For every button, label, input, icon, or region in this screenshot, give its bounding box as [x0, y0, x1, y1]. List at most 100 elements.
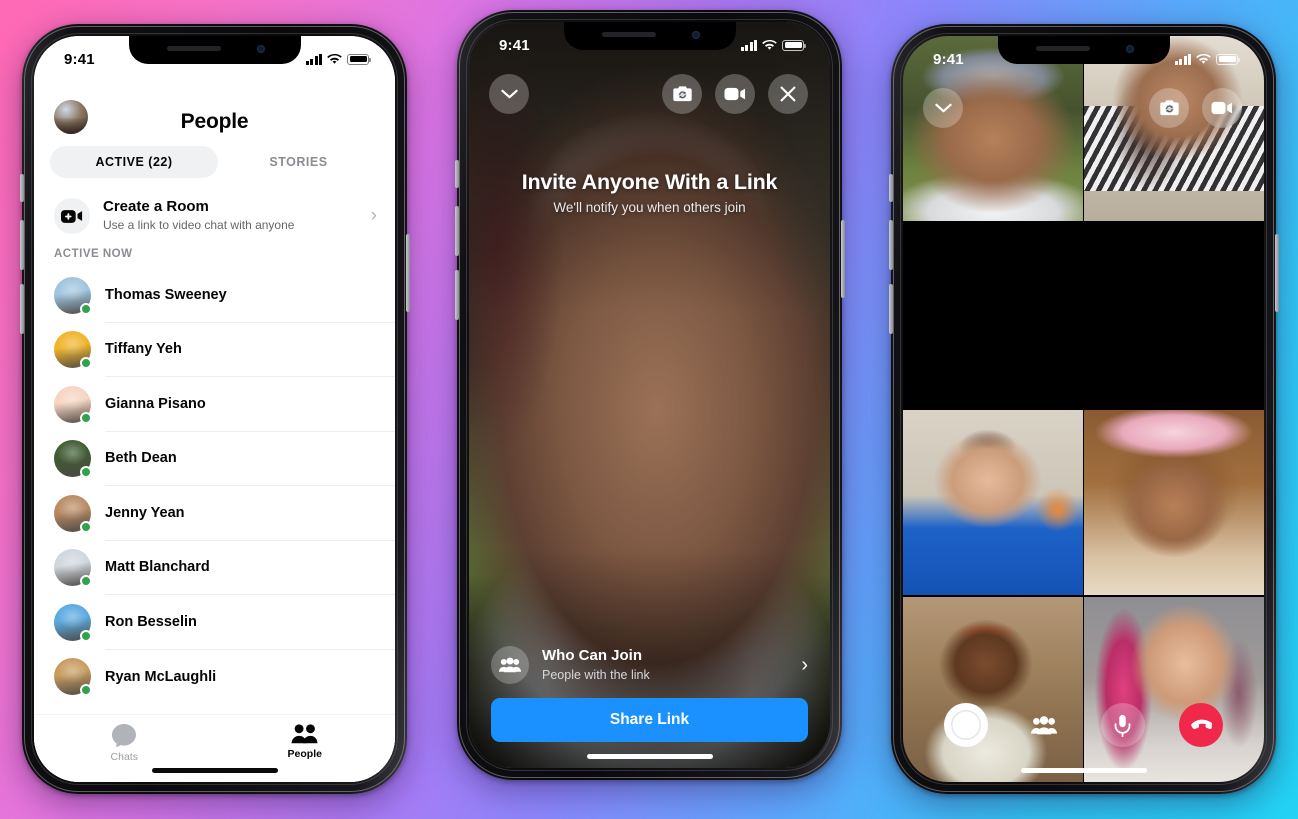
participant-tile[interactable] — [1084, 409, 1264, 596]
minimize-button[interactable] — [489, 74, 529, 114]
toggle-video-button[interactable] — [1202, 88, 1242, 128]
tab-active[interactable]: ACTIVE (22) — [50, 146, 218, 178]
volume-down-button[interactable] — [888, 284, 893, 334]
earpiece-speaker — [166, 46, 221, 51]
list-item[interactable]: Tiffany Yeh — [54, 323, 395, 377]
phone1-screen: 9:41 People ACTIVE (22) STORIES Create a… — [34, 36, 395, 782]
notch — [128, 36, 301, 64]
power-button[interactable] — [405, 234, 410, 312]
avatar[interactable] — [54, 385, 92, 424]
end-call-button[interactable] — [1178, 703, 1223, 747]
avatar[interactable] — [54, 494, 92, 533]
status-badge — [80, 520, 92, 533]
tab-people[interactable]: People — [215, 723, 396, 760]
active-now-label: ACTIVE NOW — [54, 248, 133, 260]
participants-button[interactable] — [1022, 703, 1066, 747]
camera-flip-icon — [1159, 100, 1179, 116]
group-call-body — [903, 36, 1264, 782]
share-link-button[interactable]: Share Link — [491, 698, 808, 742]
people-group-icon — [291, 724, 318, 744]
avatar[interactable] — [54, 331, 92, 370]
list-item[interactable]: Gianna Pisano — [54, 377, 395, 432]
power-button[interactable] — [840, 220, 845, 298]
volume-up-button[interactable] — [888, 220, 893, 270]
create-a-room-subtitle: Use a link to video chat with anyone — [103, 218, 295, 233]
call-controls — [903, 703, 1264, 747]
who-can-join-row[interactable]: Who Can Join People with the link › — [491, 646, 808, 684]
status-badge — [80, 466, 92, 479]
chevron-down-icon — [934, 103, 952, 112]
participant-tile[interactable] — [1084, 596, 1264, 782]
call-topbar — [923, 88, 1242, 128]
participant-tile[interactable] — [903, 223, 1083, 408]
earpiece-speaker — [1035, 46, 1090, 51]
mute-switch[interactable] — [454, 160, 459, 188]
people-tabs: ACTIVE (22) STORIES — [34, 140, 395, 188]
toggle-video-button[interactable] — [715, 74, 755, 114]
front-camera-icon — [1125, 45, 1134, 53]
list-item[interactable]: Beth Dean — [54, 432, 395, 486]
participant-tile[interactable] — [903, 596, 1083, 782]
camera-shutter-icon — [951, 710, 982, 740]
phone-group-call: 9:41 — [888, 24, 1279, 794]
contact-name: Tiffany Yeh — [105, 323, 395, 377]
room-bottom-panel: Who Can Join People with the link › Shar… — [469, 646, 830, 742]
flip-camera-button[interactable] — [1149, 88, 1189, 128]
close-call-button[interactable] — [768, 74, 808, 114]
participant-tile[interactable] — [903, 409, 1083, 596]
chevron-right-icon: › — [801, 653, 808, 676]
close-x-icon — [780, 86, 796, 102]
notch — [563, 22, 736, 50]
microphone-button[interactable] — [1100, 703, 1145, 747]
create-a-room-title: Create a Room — [103, 198, 209, 216]
top-scrim — [469, 22, 830, 312]
microphone-icon — [1114, 714, 1131, 737]
chevron-right-icon: › — [370, 205, 377, 226]
avatar[interactable] — [54, 440, 92, 479]
mute-switch[interactable] — [888, 174, 893, 202]
list-item[interactable]: Jenny Yean — [54, 486, 395, 541]
power-button[interactable] — [1274, 234, 1279, 312]
phone-room-invite: 9:41 Invite Anyone With a Link We'll not… — [454, 10, 845, 780]
volume-down-button[interactable] — [19, 284, 24, 334]
avatar[interactable] — [54, 100, 88, 134]
call-topbar-actions — [1149, 88, 1242, 128]
earpiece-speaker — [601, 32, 656, 37]
home-indicator — [586, 754, 713, 759]
participant-tile[interactable] — [1084, 223, 1264, 408]
avatar[interactable] — [54, 603, 92, 642]
create-a-room-row[interactable]: Create a Room Use a link to video chat w… — [34, 188, 395, 248]
tab-stories[interactable]: STORIES — [218, 155, 379, 169]
people-group-icon — [491, 646, 529, 684]
list-item[interactable]: Ryan McLaughli — [54, 650, 395, 705]
home-indicator — [151, 768, 278, 773]
contact-name: Beth Dean — [105, 432, 395, 486]
tab-chats-label: Chats — [110, 751, 138, 763]
minimize-button[interactable] — [923, 88, 963, 128]
capture-button[interactable] — [944, 703, 989, 747]
front-camera-icon — [691, 31, 700, 39]
chevron-down-icon — [500, 89, 518, 98]
home-indicator — [1020, 768, 1147, 773]
notch — [997, 36, 1170, 64]
room-topbar — [489, 74, 808, 114]
avatar[interactable] — [54, 658, 92, 697]
tab-chats[interactable]: Chats — [34, 723, 215, 763]
contact-name: Matt Blanchard — [105, 541, 395, 595]
list-item[interactable]: Ron Besselin — [54, 595, 395, 650]
volume-down-button[interactable] — [454, 270, 459, 320]
volume-up-button[interactable] — [454, 206, 459, 256]
chat-bubble-icon — [112, 724, 137, 748]
list-item[interactable]: Matt Blanchard — [54, 541, 395, 595]
avatar[interactable] — [54, 549, 92, 588]
status-badge — [80, 302, 92, 315]
list-item[interactable]: Thomas Sweeney — [54, 268, 395, 323]
volume-up-button[interactable] — [19, 220, 24, 270]
contacts-list[interactable]: Thomas Sweeney Tiffany Yeh Gianna Pisano Be… — [34, 268, 395, 714]
phone3-screen: 9:41 — [903, 36, 1264, 782]
mute-switch[interactable] — [19, 174, 24, 202]
invite-hero: Invite Anyone With a Link We'll notify y… — [469, 170, 830, 215]
avatar[interactable] — [54, 276, 92, 315]
flip-camera-button[interactable] — [662, 74, 702, 114]
people-group-icon — [1031, 715, 1058, 734]
